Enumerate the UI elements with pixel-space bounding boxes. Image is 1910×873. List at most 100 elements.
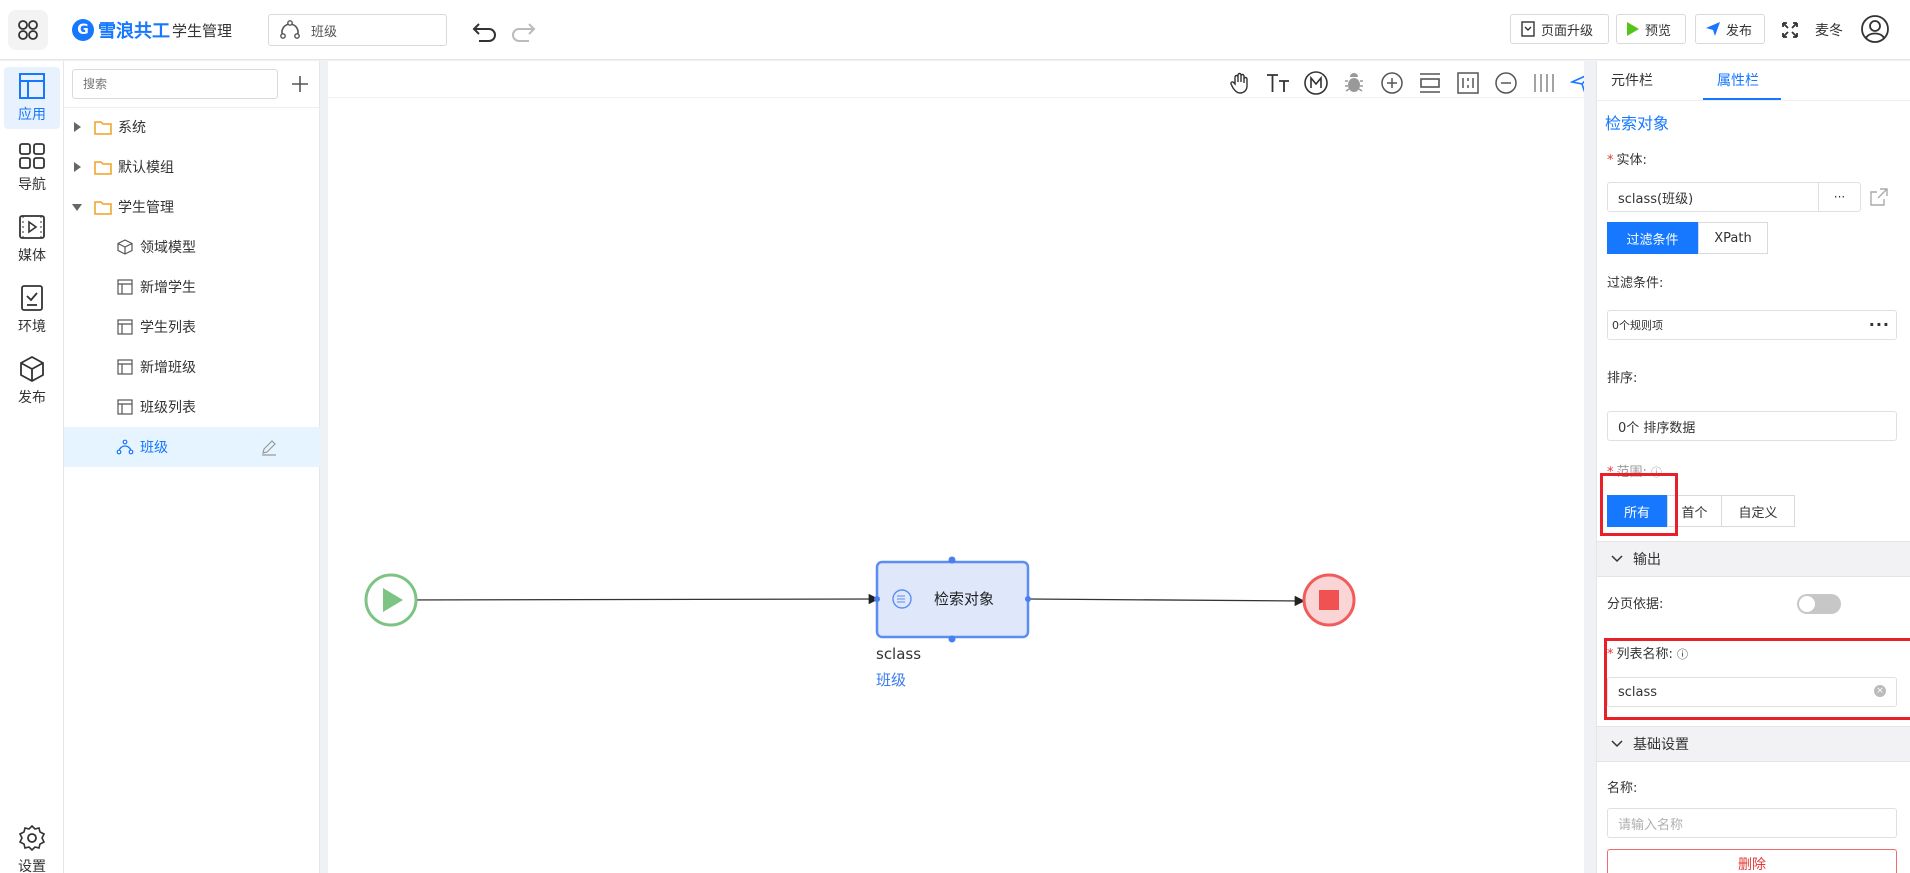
folder-icon: [94, 158, 112, 176]
info-icon[interactable]: ⓘ: [1651, 466, 1662, 479]
app-launcher-icon[interactable]: [8, 10, 48, 50]
basic-settings-section-header[interactable]: 基础设置: [1597, 726, 1910, 762]
range-first-option[interactable]: 首个: [1667, 495, 1721, 527]
nav-item-label: 环境: [18, 319, 46, 335]
open-external-icon[interactable]: [1869, 187, 1889, 207]
activity-entity-label: 班级: [876, 671, 907, 689]
tree-item-class-microflow[interactable]: 班级: [64, 427, 320, 467]
filter-rules-value: 0个规则项: [1612, 319, 1663, 332]
top-header: G 雪浪共工 学生管理 班级 页面升级 预览 发布 麦冬: [0, 0, 1910, 60]
tree-folder-student-management[interactable]: 学生管理: [64, 187, 320, 227]
range-label: * 范围: ⓘ: [1607, 465, 1663, 480]
flow-edge-start-to-retrieve[interactable]: [392, 593, 880, 605]
nav-item-label: 导航: [18, 177, 46, 193]
entity-field[interactable]: sclass(班级) ···: [1607, 182, 1861, 212]
user-name[interactable]: 麦冬: [1815, 20, 1843, 40]
tree-item-class-list[interactable]: 班级列表: [64, 387, 320, 427]
tree-item-domain-model[interactable]: 领域模型: [64, 227, 320, 267]
nav-item-label: 发布: [18, 390, 46, 406]
output-section-header[interactable]: 输出: [1597, 541, 1910, 577]
microflow-canvas[interactable]: 检索对象 sclass 班级: [328, 61, 1594, 873]
user-icon: [1861, 15, 1889, 43]
left-splitter[interactable]: [320, 61, 328, 873]
delete-button[interactable]: 删除: [1607, 849, 1897, 873]
cube-icon: [20, 355, 44, 383]
user-avatar[interactable]: [1860, 14, 1890, 44]
tree-item-add-student[interactable]: 新增学生: [64, 267, 320, 307]
filter-rules-field[interactable]: 0个规则项 ···: [1607, 310, 1897, 340]
nav-item-navigation[interactable]: 导航: [4, 137, 60, 199]
output-section-title: 输出: [1633, 552, 1661, 568]
page-selector[interactable]: 班级: [268, 14, 447, 46]
add-item-button[interactable]: [286, 69, 314, 99]
tab-properties[interactable]: 属性栏: [1717, 70, 1759, 90]
activity-entity: sclass: [876, 645, 922, 663]
nav-item-app[interactable]: 应用: [4, 67, 60, 129]
brand-name: 雪浪共工: [98, 21, 170, 42]
tree-folder-label: 默认模组: [118, 160, 174, 176]
page-upgrade-button[interactable]: 页面升级: [1510, 14, 1609, 44]
caret-right-icon[interactable]: [72, 122, 82, 132]
nav-item-environment[interactable]: 环境: [4, 279, 60, 341]
media-icon: [19, 215, 45, 239]
flow-diagram: [364, 556, 1356, 643]
app-layout-icon: [19, 73, 45, 99]
page-upgrade-label: 页面升级: [1541, 23, 1594, 39]
play-icon: [1627, 22, 1639, 36]
right-splitter[interactable]: [1584, 61, 1596, 873]
nav-item-publish[interactable]: 发布: [4, 350, 60, 412]
caret-right-icon[interactable]: [72, 162, 82, 172]
xpath-tab[interactable]: XPath: [1698, 222, 1768, 254]
end-event[interactable]: [1302, 573, 1356, 627]
tree-folder-label: 系统: [118, 120, 146, 136]
tree-folder-system[interactable]: 系统: [64, 107, 320, 147]
flow-edge-retrieve-to-end[interactable]: [1027, 595, 1306, 607]
info-icon[interactable]: ⓘ: [1677, 648, 1688, 661]
range-all-option[interactable]: 所有: [1607, 495, 1667, 527]
entity-picker-button[interactable]: ···: [1818, 183, 1860, 211]
panel-tabs: 元件栏 属性栏: [1597, 61, 1910, 101]
nav-item-label: 设置: [18, 859, 46, 873]
tree-item-add-class[interactable]: 新增班级: [64, 347, 320, 387]
sort-field[interactable]: 0个 排序数据: [1607, 411, 1897, 441]
clear-icon[interactable]: ×: [1874, 685, 1886, 697]
edit-icon[interactable]: [260, 438, 278, 456]
chevron-down-icon: [1611, 740, 1623, 748]
fullscreen-button[interactable]: [1780, 20, 1800, 40]
paging-toggle[interactable]: [1797, 594, 1841, 614]
nav-item-settings[interactable]: 设置: [4, 819, 60, 873]
page-icon: [116, 318, 134, 336]
redo-icon: [512, 23, 536, 42]
list-name-input[interactable]: sclass ×: [1607, 677, 1897, 707]
microflow-icon: [116, 438, 134, 456]
send-icon: [1706, 22, 1720, 36]
tree-item-label: 学生列表: [140, 320, 196, 336]
undo-button[interactable]: [470, 16, 500, 44]
entity-label: * 实体:: [1607, 153, 1647, 168]
preview-button[interactable]: 预览: [1616, 14, 1686, 44]
upgrade-icon: [1521, 21, 1535, 37]
properties-panel: 元件栏 属性栏 检索对象 * 实体: sclass(班级) ··· 过滤条件 XP…: [1596, 61, 1910, 873]
name-input[interactable]: 请输入名称: [1607, 808, 1897, 838]
filter-conditions-tab[interactable]: 过滤条件: [1607, 222, 1698, 254]
fullscreen-icon: [1782, 22, 1798, 38]
tab-components[interactable]: 元件栏: [1611, 70, 1653, 90]
tree-item-student-list[interactable]: 学生列表: [64, 307, 320, 347]
microflow-icon: [280, 20, 300, 39]
tree-item-label: 班级列表: [140, 400, 196, 416]
publish-button[interactable]: 发布: [1695, 14, 1765, 44]
start-event[interactable]: [364, 573, 418, 627]
list-name-value: sclass: [1618, 684, 1658, 700]
name-label: 名称:: [1607, 781, 1638, 796]
gear-icon: [18, 824, 46, 852]
range-custom-option[interactable]: 自定义: [1721, 495, 1795, 527]
redo-button[interactable]: [508, 16, 538, 44]
tree-folder-label: 学生管理: [118, 200, 174, 216]
nav-item-media[interactable]: 媒体: [4, 208, 60, 270]
tree-folder-default-module[interactable]: 默认模组: [64, 147, 320, 187]
more-dots-icon[interactable]: ···: [1869, 315, 1890, 334]
entity-label-text: 实体:: [1616, 153, 1647, 168]
tree-search-input[interactable]: [72, 69, 278, 99]
caret-down-icon[interactable]: [72, 202, 82, 212]
environment-icon: [21, 285, 43, 311]
